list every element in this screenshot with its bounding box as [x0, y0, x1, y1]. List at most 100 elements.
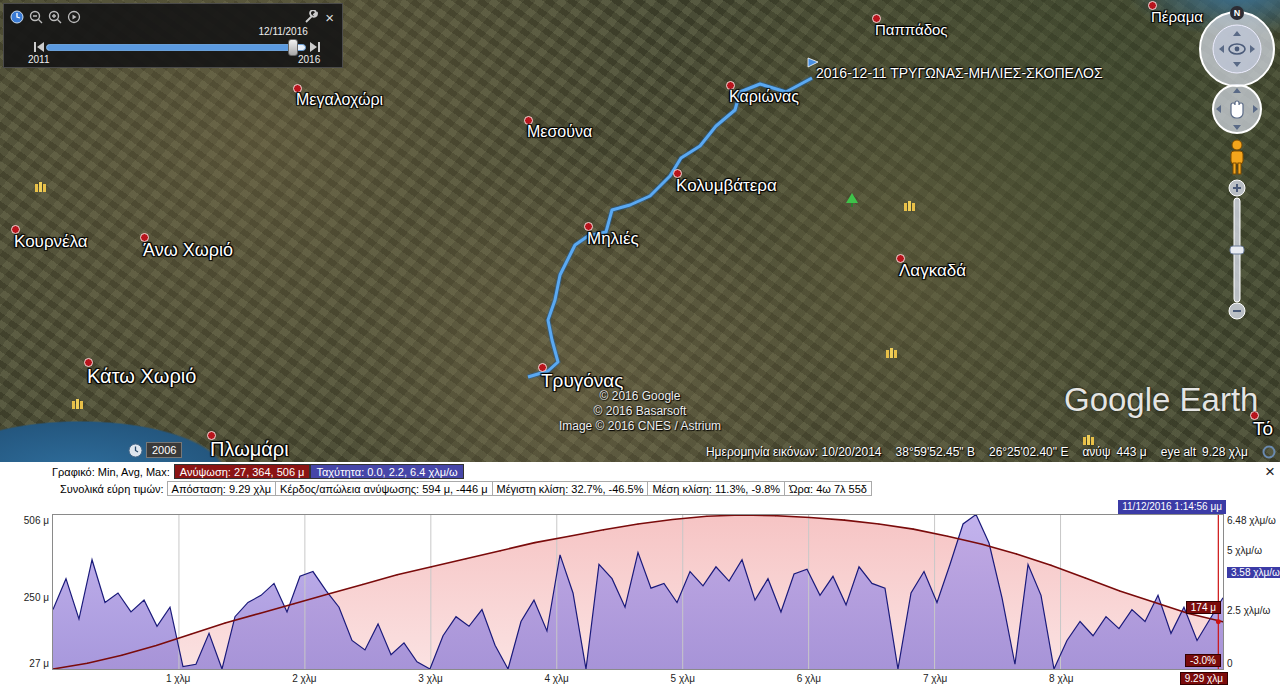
slider-back-icon[interactable]: [34, 41, 44, 53]
elevation-point: [741, 515, 742, 516]
historical-imagery-badge[interactable]: 2006: [128, 442, 182, 458]
elevation: ανύψ443 μ: [1082, 445, 1146, 459]
landmark-icon[interactable]: [34, 181, 47, 192]
cursor-speed-label: 3.58 χλμ/ω: [1227, 566, 1280, 580]
place-label[interactable]: Μεγαλοχώρι: [296, 91, 383, 109]
place[interactable]: Πλωμάρι: [207, 431, 289, 461]
place[interactable]: Κουρνέλα: [11, 225, 88, 252]
toolbar-group: [10, 10, 81, 24]
zoom-slider-icon[interactable]: [1226, 179, 1248, 321]
elevation-tick: 250 μ: [24, 591, 49, 604]
chart-plot[interactable]: 174 μ -3.0%: [52, 514, 1224, 670]
distance-tick: 8 χλμ: [1049, 673, 1073, 684]
compass[interactable]: N: [1197, 9, 1277, 89]
status-bar: Ημερομηνία εικόνων: 10/20/201438°59'52.4…: [706, 445, 1276, 459]
landmark-icon[interactable]: [885, 347, 898, 358]
toolbar-group: ×: [304, 10, 336, 25]
place-label[interactable]: Κολυμβάτερα: [676, 176, 777, 196]
place[interactable]: Μεγαλοχώρι: [293, 84, 383, 109]
cursor-slope-badge: -3.0%: [1185, 654, 1221, 668]
landmark-icon[interactable]: [1082, 434, 1095, 445]
landmark-icon[interactable]: [71, 398, 84, 409]
slider-fill: [47, 45, 292, 50]
place-label[interactable]: Πέραμα: [1151, 8, 1203, 25]
cursor-speed: 3.58 χλμ/ω: [1227, 567, 1280, 578]
series-toggle[interactable]: Ταχύτητα: 0.0, 2.2, 6.4 χλμ/ω: [310, 464, 463, 479]
slider-thumb[interactable]: [288, 39, 298, 56]
zoom-in-icon[interactable]: [48, 10, 62, 24]
compass-ring-icon[interactable]: [1197, 9, 1277, 89]
elevation-point: [947, 536, 948, 537]
speed-tick: 5 χλμ/ω: [1227, 544, 1262, 557]
elevation-point: [431, 566, 432, 567]
place[interactable]: Καριώνας: [726, 81, 799, 106]
elevation-point: [53, 668, 54, 669]
place[interactable]: Κολυμβάτερα: [673, 169, 777, 196]
latitude: 38°59'52.45" Β: [896, 445, 975, 459]
zoom-out-icon[interactable]: [29, 10, 43, 24]
place[interactable]: Λαγκαδά: [896, 254, 966, 281]
history-clock-icon[interactable]: [128, 443, 143, 458]
look-control-icon[interactable]: [1211, 83, 1263, 135]
street-view-pegman-icon[interactable]: [1226, 139, 1248, 175]
place[interactable]: Μεσούνα: [524, 116, 592, 141]
place[interactable]: Μηλιές: [584, 222, 639, 249]
profile-close-button[interactable]: ×: [1265, 463, 1275, 480]
route-path[interactable]: [528, 78, 812, 377]
elevation-point: [224, 622, 225, 623]
series-toggle[interactable]: Ανύψωση: 27, 364, 506 μ: [174, 464, 311, 479]
elevation-point: [569, 536, 570, 537]
place-label[interactable]: Κάτω Χωριό: [87, 365, 196, 388]
cursor-marker-icon: [1216, 619, 1221, 624]
close-button[interactable]: ×: [323, 10, 336, 25]
elevation-point: [637, 523, 638, 524]
north-label[interactable]: N: [1230, 6, 1244, 20]
place-label[interactable]: Κουρνέλα: [14, 232, 88, 252]
place-label[interactable]: Μηλιές: [587, 229, 639, 249]
elevation-point: [1154, 602, 1155, 603]
profile-graph[interactable]: [53, 515, 1223, 669]
distance-tick: 1 χλμ: [166, 673, 190, 684]
place-label[interactable]: Τρυγόνας: [541, 370, 624, 392]
elevation-profile: ×Γραφικό: Min, Avg, Max:Ανύψωση: 27, 364…: [0, 462, 1280, 690]
google-earth-window: Παππάδος Πέραμα Μεγαλοχώρι Μεσούνα Καριώνας Κ…: [0, 0, 1280, 690]
place[interactable]: Κάτω Χωριό: [84, 358, 196, 388]
place[interactable]: Άνω Χωριό: [140, 233, 233, 261]
place[interactable]: Πέραμα: [1148, 1, 1203, 25]
slider-track[interactable]: [46, 44, 306, 51]
satellite-map[interactable]: Παππάδος Πέραμα Μεγαλοχώρι Μεσούνα Καριώνας Κ…: [0, 0, 1280, 462]
play-icon[interactable]: [67, 10, 81, 24]
wrench-icon[interactable]: [304, 10, 318, 24]
cursor-line[interactable]: [1218, 515, 1219, 669]
place-label[interactable]: Πλωμάρι: [210, 438, 289, 461]
place-label[interactable]: Λαγκαδά: [899, 261, 966, 281]
grid-line: [1060, 515, 1061, 669]
cursor-elevation-badge: 174 μ: [1186, 601, 1221, 615]
place[interactable]: Παππάδος: [872, 14, 948, 38]
place-label[interactable]: Άνω Χωριό: [143, 240, 233, 261]
total-value: Κέρδος/απώλεια ανύψωσης: 594 μ, -446 μ: [275, 481, 492, 496]
place-label[interactable]: Παππάδος: [875, 21, 948, 38]
total-value: Μέση κλίση: 11.3%, -9.8%: [647, 481, 785, 496]
place-label[interactable]: Μεσούνα: [527, 123, 592, 141]
cursor-time: 11/12/2016 1:14:56 μμ: [1118, 500, 1226, 514]
elevation-point: [87, 663, 88, 664]
track-label[interactable]: 2016-12-11 ΤΡΥΓΩΝΑΣ-ΜΗΛΙΕΣ-ΣΚΟΠΕΛΟΣ: [816, 65, 1103, 81]
distance-tick: 4 χλμ: [544, 673, 568, 684]
attribution-line: © 2016 Google: [600, 389, 681, 404]
landmark-icon[interactable]: [903, 200, 916, 211]
elevation-point: [534, 542, 535, 543]
time-slider[interactable]: 12/11/201620112016: [10, 26, 336, 66]
historical-imagery-year[interactable]: 2006: [146, 442, 182, 458]
place-label[interactable]: Τό: [1253, 418, 1273, 440]
speed-area: [53, 515, 1223, 669]
slider-forward-icon[interactable]: [310, 41, 320, 53]
place-label[interactable]: Καριώνας: [729, 88, 799, 106]
elevation-point: [878, 523, 879, 524]
distance-axis: 1 χλμ2 χλμ3 χλμ4 χλμ5 χλμ6 χλμ7 χλμ8 χλμ…: [0, 670, 1280, 688]
clock-icon[interactable]: [10, 10, 24, 24]
place[interactable]: Τρυγόνας: [538, 363, 624, 392]
park-tree-icon[interactable]: [846, 193, 858, 207]
elevation-point: [844, 520, 845, 521]
streaming-indicator-icon: [1262, 445, 1276, 459]
